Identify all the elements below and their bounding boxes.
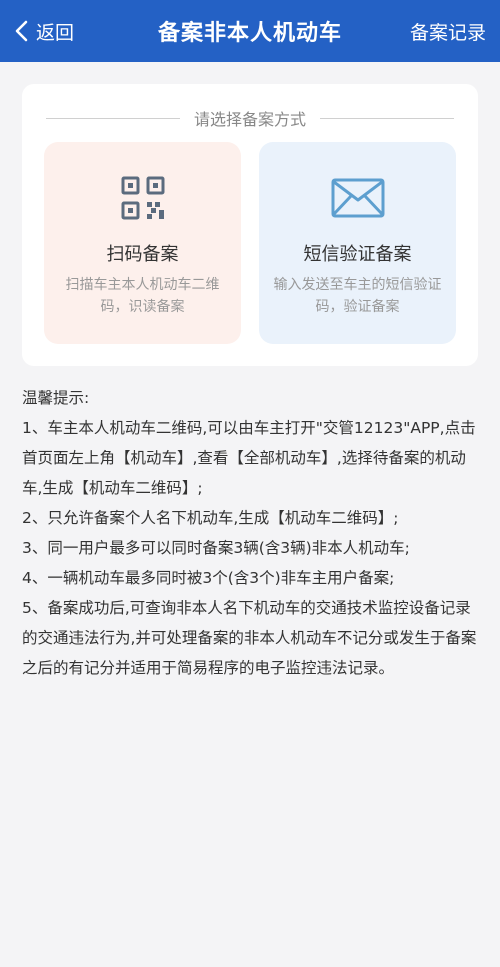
tip-item-5: 5、备案成功后,可查询非本人名下机动车的交通技术监控设备记录的交通违法行为,并可… <box>22 599 477 677</box>
tips-heading: 温馨提示: <box>22 389 90 407</box>
sms-filing-title: 短信验证备案 <box>303 244 412 265</box>
back-label: 返回 <box>36 21 75 44</box>
method-prompt: 请选择备案方式 <box>194 110 307 129</box>
filing-method-card: 请选择备案方式 扫码备案 扫描车主本人机动车二维码，识读备案 短信验证备案 输入… <box>22 84 478 366</box>
scan-filing-option[interactable]: 扫码备案 扫描车主本人机动车二维码，识读备案 <box>44 142 241 344</box>
scan-filing-title: 扫码备案 <box>106 244 179 265</box>
sms-filing-desc: 输入发送至车主的短信验证码，验证备案 <box>273 277 442 315</box>
method-prompt-row: 请选择备案方式 <box>46 106 455 130</box>
scan-filing-desc: 扫描车主本人机动车二维码，识读备案 <box>65 277 220 315</box>
tip-item-3: 3、同一用户最多可以同时备案3辆(含3辆)非本人机动车; <box>22 539 410 557</box>
tip-item-4: 4、一辆机动车最多同时被3个(含3个)非车主用户备案; <box>22 569 395 587</box>
tip-item-1: 1、车主本人机动车二维码,可以由车主打开"交管12123"APP,点击首页面左上… <box>22 419 476 497</box>
filing-records-button[interactable]: 备案记录 <box>410 0 486 62</box>
sms-filing-option[interactable]: 短信验证备案 输入发送至车主的短信验证码，验证备案 <box>259 142 456 344</box>
divider-line-left <box>46 117 180 119</box>
envelope-icon <box>259 174 456 222</box>
divider-line-right <box>320 117 455 119</box>
tips-section: 温馨提示: 1、车主本人机动车二维码,可以由车主打开"交管12123"APP,点… <box>22 383 478 683</box>
qrcode-icon <box>44 174 241 222</box>
chevron-left-icon <box>12 19 32 43</box>
navbar: 返回 备案非本人机动车 备案记录 <box>0 0 500 62</box>
back-button[interactable]: 返回 <box>12 0 74 62</box>
tip-item-2: 2、只允许备案个人名下机动车,生成【机动车二维码】; <box>22 509 399 527</box>
